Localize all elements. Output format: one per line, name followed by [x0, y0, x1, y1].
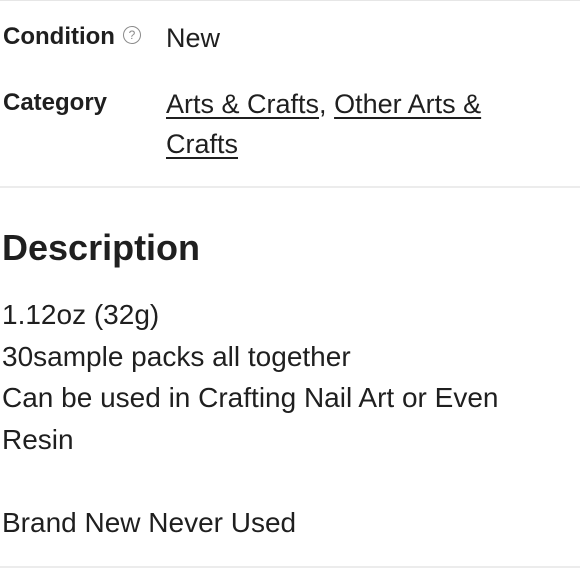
description-body: 1.12oz (32g) 30sample packs all together… — [2, 294, 562, 543]
category-label: Category — [3, 89, 108, 116]
question-circle-icon[interactable]: ? — [122, 26, 141, 44]
category-value: Arts & Crafts, Other Arts & Crafts — [166, 84, 546, 164]
description-heading: Description — [2, 227, 201, 268]
description-line: Brand New Never Used — [2, 506, 297, 538]
category-link-arts-crafts[interactable]: Arts & Crafts — [166, 89, 319, 119]
section-divider — [0, 186, 580, 188]
top-divider — [0, 0, 580, 1]
condition-row: Condition ? — [3, 22, 141, 52]
condition-value: New — [166, 23, 221, 53]
description-blank-line — [2, 460, 562, 502]
description-line: Can be used in Crafting Nail Art or Even — [2, 382, 499, 413]
bottom-divider — [0, 566, 580, 568]
description-line: Resin — [2, 423, 74, 455]
description-line: 30sample packs all together — [2, 340, 351, 372]
category-row: Category — [3, 88, 107, 118]
condition-label: Condition — [3, 23, 115, 50]
description-line: 1.12oz (32g) — [2, 299, 160, 330]
listing-details: Condition ? New Category Arts & Crafts, … — [0, 0, 580, 580]
category-separator: , — [319, 89, 327, 119]
